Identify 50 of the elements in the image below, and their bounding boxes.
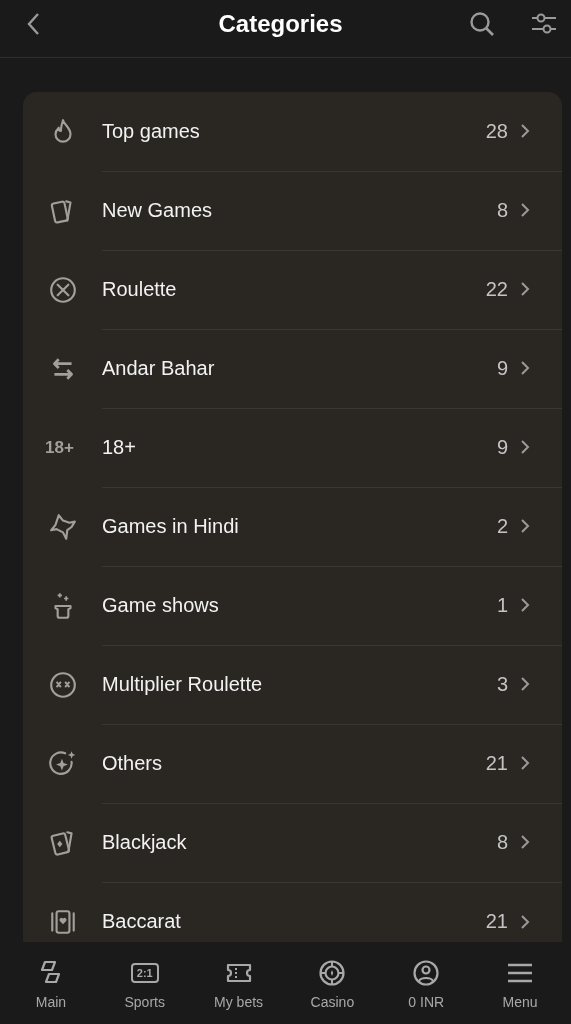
- filter-icon[interactable]: [531, 12, 557, 36]
- category-label[interactable]: 18+: [102, 435, 497, 459]
- chevron-right-icon[interactable]: [520, 597, 530, 613]
- multiplier-icon: [47, 669, 78, 700]
- chevron-right-icon[interactable]: [520, 913, 530, 930]
- category-count: 21: [485, 751, 508, 775]
- category-count: 28: [485, 119, 508, 143]
- category-label[interactable]: Games in Hindi: [102, 514, 497, 538]
- nav-tab[interactable]: 0 INR: [379, 942, 474, 1024]
- casino-chip-icon: [318, 960, 347, 986]
- category-count: 21: [485, 910, 508, 933]
- map-outline-icon: [47, 511, 78, 542]
- scoreboard-icon: 2:1: [130, 963, 159, 983]
- roulette-icon: [47, 274, 78, 305]
- nav-tab[interactable]: My bets: [191, 942, 286, 1024]
- chevron-right-icon[interactable]: [520, 360, 530, 376]
- category-label[interactable]: Blackjack: [102, 830, 497, 854]
- category-label[interactable]: Multiplier Roulette: [102, 672, 497, 696]
- category-label[interactable]: Game shows: [102, 593, 497, 617]
- nav-tab[interactable]: Menu: [473, 942, 567, 1024]
- search-icon[interactable]: [469, 11, 495, 37]
- category-count: 9: [496, 435, 508, 459]
- category-count: 9: [496, 356, 508, 380]
- chevron-right-icon[interactable]: [520, 123, 530, 139]
- chevron-right-icon[interactable]: [520, 202, 530, 218]
- account-icon: [412, 960, 441, 986]
- nav-tab[interactable]: Casino: [285, 942, 380, 1024]
- category-count: 8: [496, 830, 508, 854]
- chevron-right-icon[interactable]: [520, 518, 530, 534]
- chevron-right-icon[interactable]: [520, 281, 530, 297]
- nav-tab[interactable]: 2:1 Sports: [97, 942, 192, 1024]
- chevron-right-icon[interactable]: [520, 439, 530, 455]
- nav-tab[interactable]: Main: [4, 942, 98, 1024]
- back-icon[interactable]: [26, 12, 40, 36]
- category-label[interactable]: Top games: [102, 119, 486, 143]
- chevron-right-icon[interactable]: [520, 755, 530, 771]
- chevron-right-icon[interactable]: [520, 834, 530, 850]
- category-label[interactable]: Roulette: [102, 277, 486, 301]
- age-badge-icon: 18+: [45, 437, 74, 458]
- page-title: Categories: [218, 10, 343, 38]
- category-label[interactable]: Others: [102, 751, 486, 775]
- category-count: 1: [496, 593, 508, 617]
- category-count: 3: [496, 672, 508, 696]
- category-label[interactable]: New Games: [102, 198, 497, 222]
- category-count: 22: [485, 277, 508, 301]
- category-count: 8: [496, 198, 508, 222]
- category-label[interactable]: Baccarat: [102, 910, 486, 933]
- category-count: 2: [496, 514, 508, 538]
- chevron-right-icon[interactable]: [520, 676, 530, 692]
- category-label[interactable]: Andar Bahar: [102, 356, 497, 380]
